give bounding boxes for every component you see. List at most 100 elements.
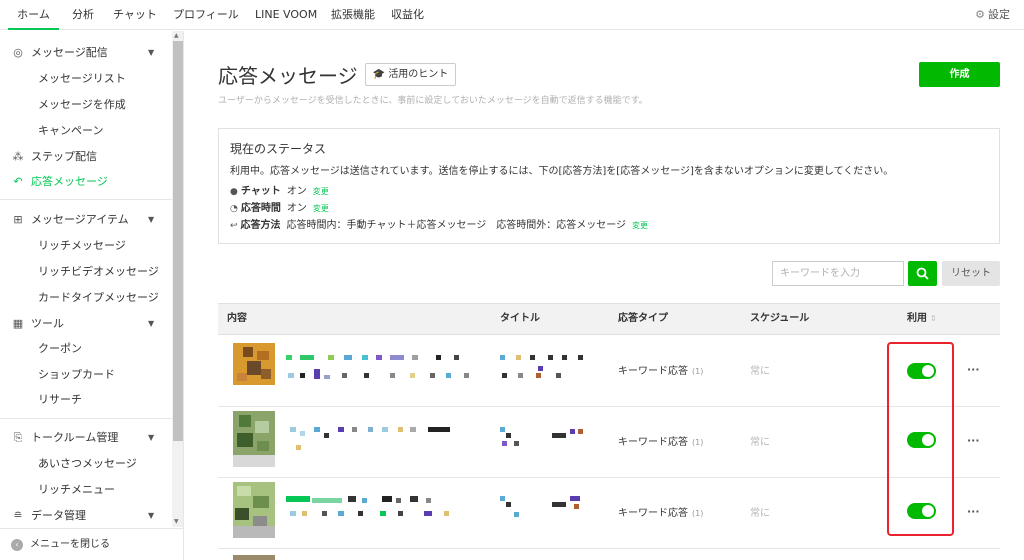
create-button[interactable]: 作成 — [919, 62, 1000, 87]
status-title: 現在のステータス — [230, 142, 327, 156]
sidebar-item-rich-menu[interactable]: リッチメニュー — [0, 478, 172, 502]
page-title: 応答メッセージ — [218, 64, 358, 88]
sidebar-item-label: リッチビデオメッセージ — [38, 265, 159, 278]
sidebar-item-label: メッセージリスト — [38, 72, 126, 85]
status-value: オン — [286, 186, 307, 197]
keyword-count: (1) — [692, 367, 704, 376]
shop-icon: ▦ — [12, 317, 24, 330]
tab-extensions[interactable]: 拡張機能 — [331, 0, 375, 30]
sidebar-item-label: ステップ配信 — [31, 150, 97, 163]
step-icon: ⁂ — [12, 150, 24, 163]
title-preview-redacted — [500, 478, 600, 549]
sidebar-scroll-thumb[interactable] — [173, 41, 183, 441]
sidebar-item-rich-message[interactable]: リッチメッセージ — [0, 234, 172, 258]
sidebar-divider — [0, 199, 172, 200]
table-row[interactable]: キーワード応答 (1) 常に ··· — [218, 478, 1000, 549]
response-type-label: キーワード応答 — [618, 437, 688, 448]
sidebar-item-greeting[interactable]: あいさつメッセージ — [0, 452, 172, 476]
sidebar-item-label: リサーチ — [38, 393, 82, 406]
sort-icon: ⇕ — [930, 314, 937, 323]
sidebar-item-rich-video[interactable]: リッチビデオメッセージ — [0, 260, 172, 284]
status-text: 利用中。応答メッセージは送信されています。送信を停止するには、下の[応答方法]を… — [230, 166, 894, 177]
tab-line-voom[interactable]: LINE VOOM — [255, 0, 317, 30]
tab-home[interactable]: ホーム — [8, 0, 59, 30]
sidebar-item-message-list[interactable]: メッセージリスト — [0, 67, 172, 91]
title-preview-redacted — [500, 407, 600, 478]
status-value: オン — [286, 203, 307, 214]
settings-link[interactable]: ⚙ 設定 — [975, 0, 1010, 30]
content-preview-redacted — [286, 407, 466, 478]
sidebar-item-label: カードタイプメッセージ — [38, 291, 159, 304]
sidebar-item-label: リッチメニュー — [38, 483, 115, 496]
sidebar-item-shopcard[interactable]: ショップカード — [0, 363, 172, 387]
sidebar-item-data[interactable]: ≘ データ管理 ▼ — [0, 504, 172, 528]
sidebar-item-tools[interactable]: ▦ ツール ▼ — [0, 312, 172, 336]
sidebar-item-label: メッセージアイテム — [31, 213, 129, 226]
header-content: 内容 — [227, 313, 247, 324]
sidebar-item-auto-reply[interactable]: ↶ 応答メッセージ — [0, 170, 172, 194]
tab-profile[interactable]: プロフィール — [173, 0, 239, 30]
table-header: 内容 タイトル 応答タイプ スケジュール 利用 ⇕ — [218, 303, 1000, 335]
response-type: キーワード応答 (1) — [618, 336, 703, 407]
sidebar-item-coupon[interactable]: クーポン — [0, 337, 172, 361]
more-options-icon[interactable]: ··· — [967, 336, 980, 404]
keyword-count: (1) — [692, 509, 704, 518]
change-link[interactable]: 変更 — [313, 187, 329, 196]
status-label: 応答方法 — [240, 220, 281, 231]
tab-monetization[interactable]: 収益化 — [391, 0, 424, 30]
chevron-down-icon: ▼ — [148, 511, 155, 520]
sidebar-item-step[interactable]: ⁂ ステップ配信 — [0, 145, 172, 169]
more-options-icon[interactable]: ··· — [967, 407, 980, 475]
search-button[interactable] — [908, 261, 937, 286]
reset-button[interactable]: リセット — [942, 261, 1000, 286]
table-row[interactable]: キーワード応答 (1) 常に ··· — [218, 407, 1000, 478]
sidebar-item-card-message[interactable]: カードタイプメッセージ — [0, 286, 172, 310]
status-row-chat: ● チャット オン 変更 — [230, 182, 329, 197]
keyword-search-input[interactable] — [772, 261, 904, 286]
status-value: 応答時間内：手動チャット＋応答メッセージ 応答時間外：応答メッセージ — [286, 220, 627, 231]
response-type-label: キーワード応答 — [618, 366, 688, 377]
sidebar-item-label: ツール — [31, 317, 64, 330]
change-link[interactable]: 変更 — [632, 221, 648, 230]
broadcast-icon: ◎ — [13, 46, 23, 59]
database-icon: ≘ — [13, 509, 23, 522]
tab-analytics[interactable]: 分析 — [72, 0, 94, 30]
sidebar: ◎ メッセージ配信 ▼ メッセージリスト メッセージを作成 キャンペーン ⁂ ス… — [0, 31, 184, 560]
sidebar-item-label: 応答メッセージ — [31, 175, 108, 188]
collapse-menu-button[interactable]: ‹ メニューを閉じる — [0, 528, 183, 560]
scroll-up-icon[interactable]: ▲ — [174, 32, 179, 39]
hint-label: 活用のヒント — [388, 69, 449, 80]
gear-icon: ⚙ — [975, 8, 985, 21]
sidebar-item-label: メッセージを作成 — [38, 98, 126, 111]
chevron-down-icon: ▼ — [148, 215, 155, 224]
sidebar-item-label: トークルーム管理 — [31, 431, 119, 444]
sidebar-item-broadcast[interactable]: ◎ メッセージ配信 ▼ — [0, 41, 172, 65]
table-row[interactable]: キーワード応答 (1) 常に ··· — [218, 336, 1000, 407]
sidebar-item-label: メッセージ配信 — [31, 46, 108, 59]
item-icon: ⊞ — [13, 213, 23, 226]
message-thumbnail — [233, 482, 275, 538]
more-options-icon[interactable]: ··· — [967, 478, 980, 546]
sidebar-item-research[interactable]: リサーチ — [0, 388, 172, 412]
table-row[interactable] — [218, 549, 1000, 560]
header-enabled[interactable]: 利用 ⇕ — [907, 304, 937, 334]
message-thumbnail — [233, 555, 275, 560]
sidebar-item-message-items[interactable]: ⊞ メッセージアイテム ▼ — [0, 208, 172, 232]
sidebar-item-create-message[interactable]: メッセージを作成 — [0, 93, 172, 117]
sidebar-item-label: ショップカード — [38, 368, 115, 381]
status-panel: 現在のステータス 利用中。応答メッセージは送信されています。送信を停止するには、… — [218, 128, 1000, 244]
sidebar-item-label: あいさつメッセージ — [38, 457, 137, 470]
content-preview-redacted — [286, 478, 466, 549]
chat-icon: ● — [230, 187, 238, 197]
header-type: 応答タイプ — [618, 313, 668, 324]
sidebar-divider — [0, 418, 172, 419]
scroll-down-icon[interactable]: ▼ — [174, 518, 179, 525]
sidebar-item-label: データ管理 — [31, 509, 86, 522]
hint-button[interactable]: 🎓 活用のヒント — [365, 63, 456, 86]
tab-chat[interactable]: チャット — [113, 0, 157, 30]
sidebar-item-chatroom[interactable]: ⎘ トークルーム管理 ▼ — [0, 426, 172, 450]
schedule-value: 常に — [750, 437, 770, 448]
chatroom-icon: ⎘ — [13, 431, 23, 444]
change-link[interactable]: 変更 — [313, 204, 329, 213]
sidebar-item-campaign[interactable]: キャンペーン — [0, 119, 172, 143]
